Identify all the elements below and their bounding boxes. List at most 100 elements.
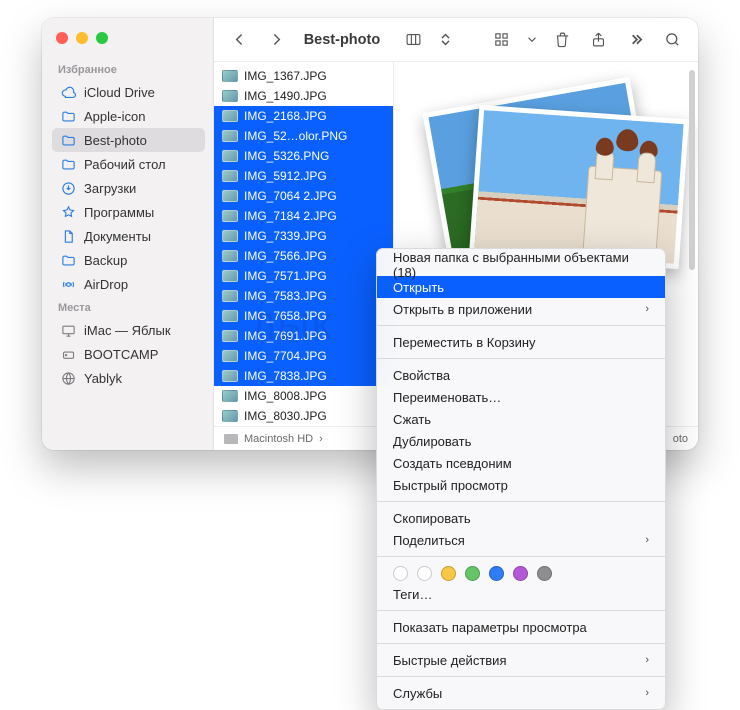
menu-item-copy[interactable]: Скопировать [377, 507, 665, 529]
sidebar-item-label: Apple-icon [84, 109, 145, 124]
file-row[interactable]: IMG_5912.JPG [214, 166, 393, 186]
menu-separator [377, 610, 665, 611]
tag-color-row [377, 562, 665, 583]
sidebar-item-label: Yablyk [84, 371, 122, 386]
share-button[interactable] [585, 27, 612, 53]
file-row[interactable]: IMG_7691.JPG [214, 326, 393, 346]
file-row[interactable]: IMG_7658.JPG [214, 306, 393, 326]
file-row[interactable]: IMG_1367.JPG [214, 66, 393, 86]
minimize-window-button[interactable] [76, 32, 88, 44]
file-thumb-icon [222, 350, 238, 362]
sidebar-item-apple-icon[interactable]: Apple-icon [52, 104, 205, 128]
file-thumb-icon [222, 250, 238, 262]
path-disk: Macintosh HD [244, 433, 313, 445]
trash-button[interactable] [549, 27, 576, 53]
tag-color[interactable] [417, 566, 432, 581]
tag-color[interactable] [489, 566, 504, 581]
menu-item-trash[interactable]: Переместить в Корзину [377, 331, 665, 353]
menu-item-duplicate[interactable]: Дублировать [377, 430, 665, 452]
file-name: IMG_2168.JPG [244, 109, 327, 123]
sidebar-item-downloads[interactable]: Загрузки [52, 176, 205, 200]
file-list-column[interactable]: IMG_1367.JPG IMG_1490.JPG IMG_2168.JPG IMG_… [214, 62, 394, 426]
tag-color[interactable] [537, 566, 552, 581]
sidebar-item-backup[interactable]: Backup [52, 248, 205, 272]
file-row[interactable]: IMG_52…olor.PNG [214, 126, 393, 146]
tag-color[interactable] [441, 566, 456, 581]
file-name: IMG_7583.JPG [244, 289, 327, 303]
sidebar-item-bootcamp[interactable]: BOOTCAMP [52, 342, 205, 366]
menu-item-quicklook[interactable]: Быстрый просмотр [377, 474, 665, 496]
menu-separator [377, 501, 665, 502]
sidebar-item-airdrop[interactable]: AirDrop [52, 272, 205, 296]
sidebar-item-yablyk[interactable]: Yablyk [52, 366, 205, 390]
menu-separator [377, 676, 665, 677]
file-name: IMG_7184 2.JPG [244, 209, 337, 223]
file-name: IMG_1490.JPG [244, 89, 327, 103]
file-name: IMG_7566.JPG [244, 249, 327, 263]
group-button[interactable] [488, 27, 515, 53]
menu-item-share[interactable]: Поделиться› [377, 529, 665, 551]
close-window-button[interactable] [56, 32, 68, 44]
file-name: IMG_5326.PNG [244, 149, 329, 163]
forward-button[interactable] [263, 27, 290, 53]
menu-item-quick-actions[interactable]: Быстрые действия› [377, 649, 665, 671]
file-name: IMG_8030.JPG [244, 409, 327, 423]
window-controls [52, 28, 205, 58]
sidebar-item-apps[interactable]: Программы [52, 200, 205, 224]
toolbar: Best-photo [214, 18, 698, 62]
file-thumb-icon [222, 390, 238, 402]
file-row[interactable]: IMG_5326.PNG [214, 146, 393, 166]
file-row[interactable]: IMG_2168.JPG [214, 106, 393, 126]
file-thumb-icon [222, 410, 238, 422]
file-row[interactable]: IMG_7571.JPG [214, 266, 393, 286]
cloud-icon [60, 84, 76, 100]
file-row[interactable]: IMG_7064 2.JPG [214, 186, 393, 206]
menu-item-alias[interactable]: Создать псевдоним [377, 452, 665, 474]
menu-item-tags[interactable]: Теги… [377, 583, 665, 605]
file-row[interactable]: IMG_7566.JPG [214, 246, 393, 266]
chevron-down-icon[interactable] [525, 27, 539, 53]
sidebar-item-best-photo[interactable]: Best-photo [52, 128, 205, 152]
menu-item-view-options[interactable]: Показать параметры просмотра [377, 616, 665, 638]
overflow-button[interactable] [622, 27, 649, 53]
menu-item-rename[interactable]: Переименовать… [377, 386, 665, 408]
view-columns-button[interactable] [400, 27, 427, 53]
file-thumb-icon [222, 330, 238, 342]
sidebar-item-documents[interactable]: Документы [52, 224, 205, 248]
file-name: IMG_7838.JPG [244, 369, 327, 383]
search-button[interactable] [659, 27, 686, 53]
file-name: IMG_7704.JPG [244, 349, 327, 363]
tag-color[interactable] [393, 566, 408, 581]
menu-item-new-folder[interactable]: Новая папка с выбранными объектами (18) [377, 254, 665, 276]
menu-item-info[interactable]: Свойства [377, 364, 665, 386]
menu-item-compress[interactable]: Сжать [377, 408, 665, 430]
file-row[interactable]: IMG_7184 2.JPG [214, 206, 393, 226]
file-row[interactable]: IMG_1490.JPG [214, 86, 393, 106]
scrollbar[interactable] [689, 70, 695, 270]
file-row[interactable]: IMG_7339.JPG [214, 226, 393, 246]
file-thumb-icon [222, 130, 238, 142]
file-thumb-icon [222, 270, 238, 282]
menu-item-services[interactable]: Службы› [377, 682, 665, 704]
chevron-right-icon: › [645, 654, 649, 666]
menu-item-open-with[interactable]: Открыть в приложении› [377, 298, 665, 320]
file-row[interactable]: IMG_8008.JPG [214, 386, 393, 406]
back-button[interactable] [226, 27, 253, 53]
sidebar-item-desktop[interactable]: Рабочий стол [52, 152, 205, 176]
file-row[interactable]: IMG_7838.JPG [214, 366, 393, 386]
tag-color[interactable] [513, 566, 528, 581]
tag-color[interactable] [465, 566, 480, 581]
file-row[interactable]: IMG_7704.JPG [214, 346, 393, 366]
sidebar-item-imac[interactable]: iMac — Яблык [52, 318, 205, 342]
file-row[interactable]: IMG_8030.JPG [214, 406, 393, 426]
file-name: IMG_7691.JPG [244, 329, 327, 343]
sidebar-item-icloud[interactable]: iCloud Drive [52, 80, 205, 104]
view-menu-chevron[interactable] [437, 27, 454, 53]
file-name: IMG_52…olor.PNG [244, 129, 347, 143]
menu-separator [377, 358, 665, 359]
file-row[interactable]: IMG_7583.JPG [214, 286, 393, 306]
zoom-window-button[interactable] [96, 32, 108, 44]
file-thumb-icon [222, 170, 238, 182]
file-name: IMG_7571.JPG [244, 269, 327, 283]
disk-icon [60, 346, 76, 362]
